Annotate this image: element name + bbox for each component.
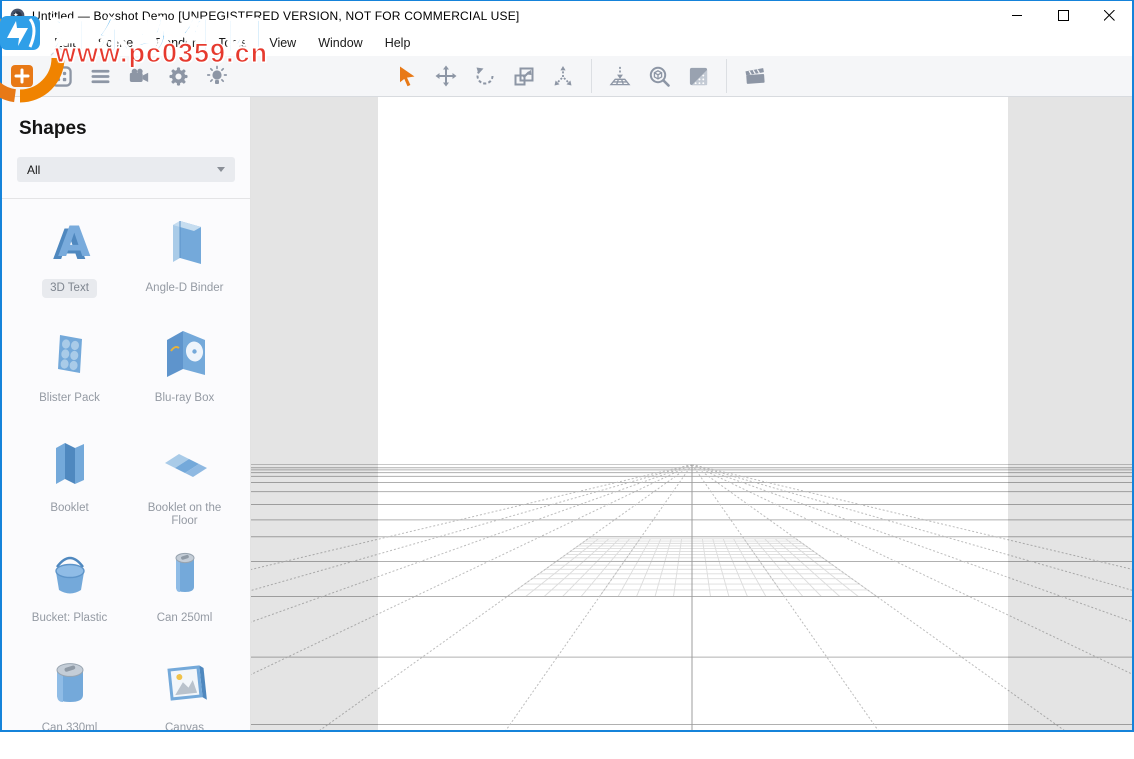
menubar: File Edit Scene Render Tools View Window… bbox=[2, 30, 1132, 56]
shape-item-booklet-on-floor[interactable]: Booklet on the Floor bbox=[127, 429, 242, 539]
shape-label: Booklet on the Floor bbox=[127, 499, 242, 531]
menu-render[interactable]: Render bbox=[148, 32, 203, 54]
shape-label: Blu-ray Box bbox=[147, 389, 222, 408]
spread-tool-button[interactable] bbox=[552, 65, 574, 87]
menu-file[interactable]: File bbox=[5, 32, 39, 54]
shape-item-blister-pack[interactable]: Blister Pack bbox=[12, 319, 127, 429]
drop-to-floor-button[interactable] bbox=[609, 65, 631, 87]
chevron-down-icon bbox=[217, 167, 225, 172]
scale-icon bbox=[513, 65, 535, 87]
clapperboard-icon bbox=[744, 65, 766, 87]
window-title: Untitled — Boxshot Demo [UNREGISTERED VE… bbox=[32, 9, 519, 23]
add-shape-button[interactable] bbox=[11, 65, 33, 87]
close-button[interactable] bbox=[1086, 1, 1132, 30]
shape-item-booklet[interactable]: Booklet bbox=[12, 429, 127, 539]
spread-icon bbox=[552, 65, 574, 87]
shape-grid: A A 3D Text Angle-D Binder bbox=[2, 199, 250, 759]
main-area: Shapes All A A 3D Text Angl bbox=[2, 97, 1132, 730]
maximize-button[interactable] bbox=[1040, 1, 1086, 30]
gear-icon bbox=[168, 66, 189, 87]
texture-editor-button[interactable] bbox=[687, 65, 709, 87]
can-330ml-icon bbox=[42, 655, 98, 711]
rotate-icon bbox=[474, 65, 496, 87]
menu-scene[interactable]: Scene bbox=[91, 32, 140, 54]
fit-to-view-button[interactable] bbox=[648, 65, 670, 87]
viewport-grid bbox=[251, 97, 1132, 730]
booklet-on-floor-icon bbox=[157, 435, 213, 491]
select-arrow-icon bbox=[396, 65, 418, 87]
shape-label: Blister Pack bbox=[31, 389, 108, 408]
shape-item-bucket-plastic[interactable]: Bucket: Plastic bbox=[12, 539, 127, 649]
scene-tree-icon bbox=[90, 66, 111, 87]
shape-item-3d-text[interactable]: A A 3D Text bbox=[12, 209, 127, 319]
fit-to-view-icon bbox=[648, 65, 670, 87]
maximize-icon bbox=[1058, 10, 1069, 21]
shape-filter-value: All bbox=[27, 163, 40, 177]
shape-label: Bucket: Plastic bbox=[24, 609, 115, 628]
panel-title: Shapes bbox=[19, 118, 250, 140]
shape-label: 3D Text bbox=[42, 279, 97, 298]
toolbar bbox=[2, 56, 1132, 97]
angle-d-binder-icon bbox=[157, 215, 213, 271]
close-icon bbox=[1104, 10, 1115, 21]
render-button[interactable] bbox=[744, 65, 766, 87]
shape-item-canvas[interactable]: Canvas bbox=[127, 649, 242, 759]
minimize-icon bbox=[1012, 10, 1023, 21]
shape-item-angle-d-binder[interactable]: Angle-D Binder bbox=[127, 209, 242, 319]
select-tool-button[interactable] bbox=[396, 65, 418, 87]
light-button[interactable] bbox=[206, 65, 228, 87]
menu-view[interactable]: View bbox=[262, 32, 303, 54]
blu-ray-box-icon bbox=[157, 325, 213, 381]
settings-button[interactable] bbox=[167, 65, 189, 87]
move-icon bbox=[435, 65, 457, 87]
shape-item-blu-ray-box[interactable]: Blu-ray Box bbox=[127, 319, 242, 429]
camera-icon bbox=[128, 65, 150, 87]
scene-tree-button[interactable] bbox=[89, 65, 111, 87]
toolbar-separator-2 bbox=[726, 59, 727, 93]
canvas-icon bbox=[157, 655, 213, 711]
shape-filter-dropdown[interactable]: All bbox=[17, 157, 235, 182]
light-bulb-icon bbox=[206, 65, 228, 87]
caption-buttons bbox=[994, 1, 1132, 30]
booklet-icon bbox=[42, 435, 98, 491]
shape-label: Canvas bbox=[157, 719, 212, 738]
texture-icon bbox=[688, 66, 709, 87]
shape-label: Can 330ml bbox=[34, 719, 106, 738]
menu-edit[interactable]: Edit bbox=[47, 32, 83, 54]
viewport-3d[interactable] bbox=[251, 97, 1132, 730]
svg-text:A: A bbox=[58, 217, 91, 266]
shape-item-can-330ml[interactable]: Can 330ml bbox=[12, 649, 127, 759]
shape-label: Can 250ml bbox=[149, 609, 221, 628]
titlebar[interactable]: Untitled — Boxshot Demo [UNREGISTERED VE… bbox=[2, 1, 1132, 30]
toolbar-separator-1 bbox=[591, 59, 592, 93]
rotate-tool-button[interactable] bbox=[474, 65, 496, 87]
shape-item-can-250ml[interactable]: Can 250ml bbox=[127, 539, 242, 649]
minimize-button[interactable] bbox=[994, 1, 1040, 30]
layout-grid-button[interactable] bbox=[50, 65, 72, 87]
camera-button[interactable] bbox=[128, 65, 150, 87]
scale-tool-button[interactable] bbox=[513, 65, 535, 87]
plus-icon bbox=[11, 65, 33, 87]
blister-pack-icon bbox=[42, 325, 98, 381]
menu-window[interactable]: Window bbox=[311, 32, 369, 54]
bucket-plastic-icon bbox=[42, 545, 98, 601]
drop-to-floor-icon bbox=[609, 65, 631, 87]
3d-text-icon: A A bbox=[42, 215, 98, 271]
move-tool-button[interactable] bbox=[435, 65, 457, 87]
shapes-panel: Shapes All A A 3D Text Angl bbox=[2, 97, 251, 730]
app-icon bbox=[10, 8, 25, 23]
shape-label: Angle-D Binder bbox=[138, 279, 232, 298]
menu-tools[interactable]: Tools bbox=[211, 32, 254, 54]
layout-grid-icon bbox=[51, 66, 72, 87]
can-250ml-icon bbox=[157, 545, 213, 601]
shape-label: Booklet bbox=[42, 499, 96, 518]
menu-help[interactable]: Help bbox=[378, 32, 418, 54]
